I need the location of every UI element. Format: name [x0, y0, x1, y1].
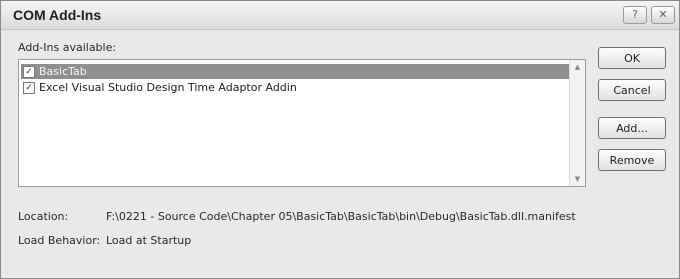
- location-label: Location:: [18, 210, 69, 223]
- scroll-down-icon[interactable]: ▼: [570, 172, 585, 186]
- location-row: Location: F:\0221 - Source Code\Chapter …: [18, 210, 576, 223]
- list-item-label: BasicTab: [39, 65, 87, 78]
- load-behavior-label: Load Behavior:: [18, 234, 101, 247]
- addins-list[interactable]: ✓ BasicTab ✓ Excel Visual Studio Design …: [18, 59, 586, 187]
- dialog-title: COM Add-Ins: [13, 7, 102, 23]
- list-item-basictab[interactable]: ✓ BasicTab: [21, 64, 569, 79]
- vertical-scrollbar[interactable]: ▲ ▼: [569, 60, 585, 186]
- load-behavior-value: Load at Startup: [106, 234, 192, 247]
- load-behavior-row: Load Behavior: Load at Startup: [18, 234, 191, 247]
- close-button[interactable]: ✕: [651, 6, 675, 24]
- excel-vs-adaptor-checkbox[interactable]: ✓: [23, 81, 35, 94]
- ok-button[interactable]: OK: [598, 47, 666, 69]
- cancel-button[interactable]: Cancel: [598, 79, 666, 101]
- basictab-checkbox[interactable]: ✓: [23, 65, 35, 78]
- add-button[interactable]: Add...: [598, 117, 666, 139]
- help-button[interactable]: ?: [623, 6, 647, 24]
- list-item-label: Excel Visual Studio Design Time Adaptor …: [39, 81, 297, 94]
- remove-button[interactable]: Remove: [598, 149, 666, 171]
- addins-available-label: Add-Ins available:: [18, 41, 117, 54]
- location-value: F:\0221 - Source Code\Chapter 05\BasicTa…: [106, 210, 576, 223]
- list-item-excel-vs-design-time-adaptor[interactable]: ✓ Excel Visual Studio Design Time Adapto…: [21, 80, 569, 95]
- scroll-up-icon[interactable]: ▲: [570, 60, 585, 74]
- com-addins-dialog: COM Add-Ins ? ✕ Add-Ins available: ✓ Bas…: [0, 0, 680, 279]
- title-bar: COM Add-Ins ? ✕: [1, 1, 679, 30]
